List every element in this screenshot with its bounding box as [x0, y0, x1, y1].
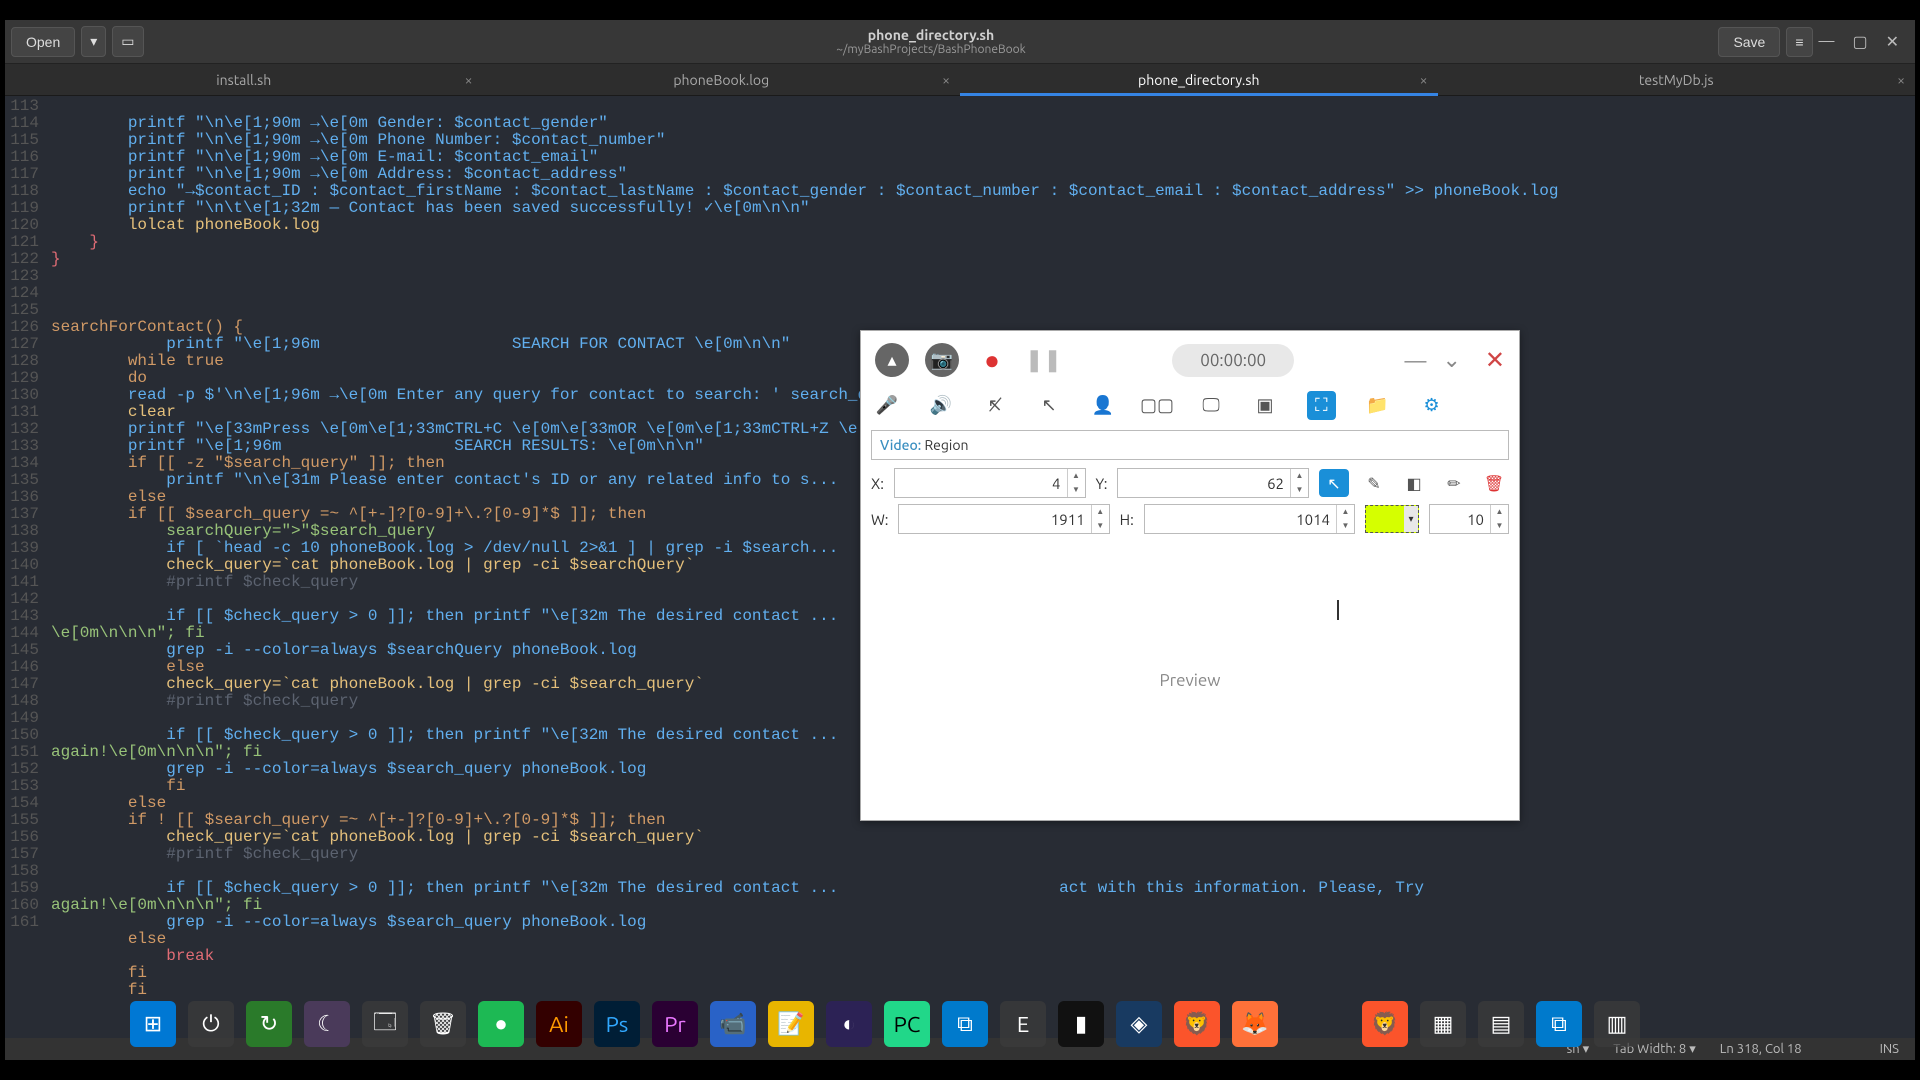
webcam-icon[interactable]: 👤 [1091, 394, 1115, 418]
close-icon[interactable]: ✕ [1886, 32, 1899, 51]
window-subtitle: ~/myBashProjects/BashPhoneBook [836, 43, 1025, 56]
dual-screen-icon[interactable]: ▢▢ [1145, 394, 1169, 418]
pen-tool-icon[interactable]: ✎ [1359, 469, 1389, 497]
editor-toolbar: Open ▾ ▭ phone_directory.sh ~/myBashProj… [5, 20, 1915, 64]
minimize-icon[interactable]: — [1819, 32, 1835, 51]
moon-icon[interactable]: ☾ [304, 1001, 350, 1047]
tab-bar: install.sh× phoneBook.log× phone_directo… [5, 64, 1915, 96]
editor-icon[interactable]: E [1000, 1001, 1046, 1047]
gear-icon[interactable]: ⚙ [1420, 394, 1444, 418]
terminal-icon[interactable]: ▮ [1058, 1001, 1104, 1047]
photoshop-icon[interactable]: Ps [594, 1001, 640, 1047]
pointer-icon[interactable]: ↖ [1037, 394, 1061, 418]
x-input[interactable]: 4▲▼ [894, 468, 1086, 498]
tab-phone-directory[interactable]: phone_directory.sh× [960, 64, 1438, 95]
preview-area: Preview [861, 540, 1519, 820]
open-dropdown[interactable]: ▾ [81, 26, 106, 57]
h-input[interactable]: 1014▲▼ [1144, 504, 1355, 534]
y-input[interactable]: 62▲▼ [1117, 468, 1309, 498]
h-label: H: [1120, 511, 1134, 528]
eclipse-icon[interactable]: ◐ [826, 1001, 872, 1047]
window-icon[interactable]: ▣ [1253, 394, 1277, 418]
fullscreen-icon[interactable]: ⛶ [1307, 391, 1336, 420]
tab-phonebook-log[interactable]: phoneBook.log× [483, 64, 961, 95]
power-icon[interactable]: ⏻ [188, 1001, 234, 1047]
pycharm-icon[interactable]: PC [884, 1001, 930, 1047]
windows-icon[interactable]: ⊞ [130, 1001, 176, 1047]
close-tab-icon[interactable]: × [1420, 72, 1428, 88]
mic-icon[interactable]: 🎤 [875, 394, 899, 418]
premiere-icon[interactable]: Pr [652, 1001, 698, 1047]
trash-icon[interactable]: 🗑 [1479, 469, 1509, 497]
illustrator-icon[interactable]: Ai [536, 1001, 582, 1047]
timer: 00:00:00 [1172, 344, 1294, 377]
window-title: phone_directory.sh [836, 27, 1025, 43]
vscode-icon[interactable]: ⧉ [942, 1001, 988, 1047]
speaker-icon[interactable]: 🔊 [929, 394, 953, 418]
w-label: W: [871, 511, 888, 528]
collapse-icon[interactable]: ▴ [875, 343, 909, 377]
virtualbox-icon[interactable]: ◈ [1116, 1001, 1162, 1047]
taskbar: ⊞ ⏻ ↻ ☾ 🗔 🗑 ● Ai Ps Pr 📹 📝 ◐ PC ⧉ E ▮ ◈ … [130, 996, 1640, 1052]
cursor-disabled-icon[interactable]: ↖̸ [983, 394, 1007, 418]
close-tab-icon[interactable]: × [1897, 72, 1905, 88]
close-tab-icon[interactable]: × [465, 72, 473, 88]
stroke-input[interactable]: 10▲▼ [1429, 504, 1509, 534]
record-button[interactable]: ● [975, 343, 1009, 377]
brave-running-icon[interactable]: 🦁 [1362, 1001, 1408, 1047]
spotify-icon[interactable]: ● [478, 1001, 524, 1047]
screen-recorder-window: ▴ 📷 ● ❚❚ 00:00:00 — ⌄ ✕ 🎤 🔊 ↖̸ ↖ 👤 ▢▢ 🖵 … [860, 330, 1520, 821]
video-mode-field[interactable]: Video: Region [871, 430, 1509, 460]
y-label: Y: [1096, 475, 1108, 492]
eraser-tool-icon[interactable]: ◧ [1399, 469, 1429, 497]
expand-icon[interactable]: ⌄ [1442, 347, 1460, 373]
tab-install[interactable]: install.sh× [5, 64, 483, 95]
monitor-icon[interactable]: 🖵 [1199, 394, 1223, 418]
minimize-recorder-icon[interactable]: — [1405, 348, 1427, 373]
color-picker[interactable]: ▾ [1365, 505, 1419, 533]
select-tool-icon[interactable]: ↖ [1319, 469, 1349, 497]
close-recorder-icon[interactable]: ✕ [1485, 346, 1505, 374]
refresh-icon[interactable]: ↻ [246, 1001, 292, 1047]
close-tab-icon[interactable]: × [942, 72, 950, 88]
folder-icon[interactable]: 📁 [1366, 394, 1390, 418]
marker-tool-icon[interactable]: ✏ [1439, 469, 1469, 497]
app3-icon[interactable]: ▥ [1594, 1001, 1640, 1047]
files-icon[interactable]: 🗔 [362, 1001, 408, 1047]
save-button[interactable]: Save [1718, 27, 1780, 57]
app2-icon[interactable]: ▤ [1478, 1001, 1524, 1047]
brave-icon[interactable]: 🦁 [1174, 1001, 1220, 1047]
camera-icon[interactable]: 📷 [925, 343, 959, 377]
trash-task-icon[interactable]: 🗑 [420, 1001, 466, 1047]
maximize-icon[interactable]: ▢ [1852, 32, 1867, 51]
w-input[interactable]: 1911▲▼ [898, 504, 1109, 534]
pause-button[interactable]: ❚❚ [1025, 347, 1062, 373]
firefox-icon[interactable]: 🦊 [1232, 1001, 1278, 1047]
line-gutter: 113 114 115 116 117 118 119 120 121 122 … [5, 96, 45, 1038]
new-tab-button[interactable]: ▭ [112, 26, 143, 57]
text-cursor [1337, 600, 1339, 620]
notes-icon[interactable]: 📝 [768, 1001, 814, 1047]
open-button[interactable]: Open [11, 27, 75, 57]
x-label: X: [871, 475, 884, 492]
camera-app-icon[interactable]: 📹 [710, 1001, 756, 1047]
status-mode: INS [1880, 1042, 1899, 1056]
app1-icon[interactable]: ▦ [1420, 1001, 1466, 1047]
vscode-running-icon[interactable]: ⧉ [1536, 1001, 1582, 1047]
tab-testmydb[interactable]: testMyDb.js× [1438, 64, 1916, 95]
hamburger-menu[interactable]: ≡ [1786, 27, 1812, 57]
status-cursor[interactable]: Ln 318, Col 18 [1720, 1042, 1802, 1056]
